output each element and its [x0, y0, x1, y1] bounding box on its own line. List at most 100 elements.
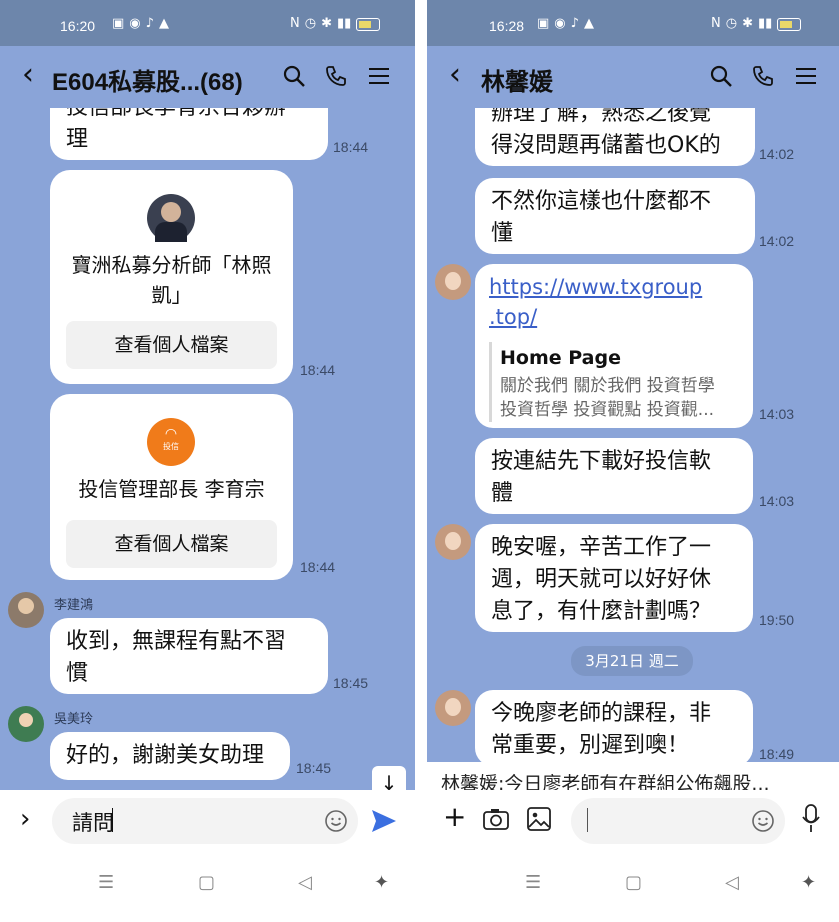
message-bubble: 不然你這樣也什麼都不 懂 — [475, 178, 755, 254]
message-icon: ▣ — [537, 16, 550, 31]
avatar[interactable] — [435, 690, 471, 726]
status-system-icons: N ◷ ✱ ▮▮ — [290, 16, 381, 31]
home-icon[interactable]: ▢ — [625, 872, 642, 893]
expand-chevron-icon[interactable]: › — [20, 804, 30, 834]
message-input-field[interactable] — [571, 798, 785, 844]
bag-icon: ▲ — [158, 16, 169, 31]
message-bubble: 投信部長李育宗合夥辦 理 — [50, 108, 328, 160]
avatar[interactable] — [8, 706, 44, 742]
app-icon: ◉ — [129, 16, 141, 31]
status-notification-icons: ▣ ◉ ♪ ▲ — [112, 16, 169, 31]
status-system-icons: N ◷ ✱ ▮▮ — [711, 16, 802, 31]
message-bubble: 收到，無課程有點不習 慣 — [50, 618, 328, 694]
profile-name: 寶洲私募分析師「林照 凱」 — [71, 253, 272, 307]
status-bar: 16:20 ▣ ◉ ♪ ▲ N ◷ ✱ ▮▮ — [0, 0, 415, 46]
accessibility-icon[interactable]: ✦ — [374, 872, 389, 893]
profile-card[interactable]: 寶洲私募分析師「林照 凱」 查看個人檔案 — [50, 170, 293, 384]
status-time: 16:20 — [60, 18, 96, 34]
system-nav-bar: ☰ ▢ ◁ ✦ — [0, 852, 415, 922]
message-bubble: 好的，謝謝美女助理 — [50, 732, 290, 780]
search-icon[interactable] — [709, 64, 733, 88]
message-icon: ▣ — [112, 16, 125, 31]
message-bubble: 晚安喔，辛苦工作了一 週，明天就可以好好休 息了，有什麼計劃嗎？ — [475, 524, 753, 632]
text-cursor — [112, 808, 113, 832]
header-actions — [709, 64, 817, 88]
emoji-icon[interactable] — [324, 809, 348, 833]
message-time: 18:44 — [300, 362, 336, 378]
message-time: 18:45 — [296, 760, 332, 776]
link-message-bubble[interactable]: https://www.txgroup .top/ Home Page 關於我們… — [475, 264, 753, 428]
logo-mark-icon: ◠ — [164, 426, 178, 442]
message-bubble: 按連結先下載好投信軟 體 — [475, 438, 753, 514]
bluetooth-icon: ✱ — [742, 16, 753, 31]
search-icon[interactable] — [282, 64, 306, 88]
message-bubble: 辦理了解，熟悉之後覺 得沒問題再儲蓄也OK的 — [475, 108, 755, 166]
input-bar: › 請問 — [0, 790, 415, 852]
status-notification-icons: ▣ ◉ ♪ ▲ — [537, 16, 594, 31]
view-profile-button[interactable]: 查看個人檔案 — [66, 520, 277, 568]
chat-header: ‹ 林馨媛 — [427, 46, 839, 108]
message-time: 19:50 — [759, 612, 795, 628]
recents-icon[interactable]: ☰ — [98, 872, 114, 893]
message-list[interactable]: 投信部長李育宗合夥辦 理 18:44 寶洲私募分析師「林照 凱」 查看個人檔案 … — [0, 108, 415, 806]
menu-icon[interactable] — [368, 64, 390, 88]
phone-call-icon[interactable] — [324, 64, 348, 88]
plus-icon[interactable]: + — [443, 800, 466, 833]
send-icon[interactable] — [370, 808, 398, 834]
phone-call-icon[interactable] — [751, 64, 775, 88]
message-link[interactable]: https://www.txgroup .top/ — [489, 272, 739, 332]
text-cursor — [587, 808, 588, 832]
profile-card[interactable]: ◠ 投信 投信管理部長 李育宗 查看個人檔案 — [50, 394, 293, 580]
accessibility-icon[interactable]: ✦ — [801, 872, 816, 893]
header-actions — [282, 64, 390, 88]
message-list[interactable]: 辦理了解，熟悉之後覺 得沒問題再儲蓄也OK的 14:02 不然你這樣也什麼都不 … — [427, 108, 839, 800]
avatar[interactable] — [435, 524, 471, 560]
message-time: 18:44 — [300, 559, 336, 575]
link-preview-description: 關於我們 關於我們 投資哲學 投資哲學 投資觀點 投資觀... — [500, 376, 715, 420]
message-time: 14:02 — [759, 233, 795, 249]
bluetooth-icon: ✱ — [321, 16, 332, 31]
bag-icon: ▲ — [583, 16, 594, 31]
sender-name: 吳美玲 — [54, 712, 94, 727]
system-nav-bar: ☰ ▢ ◁ ✦ — [427, 852, 839, 922]
message-time: 14:03 — [759, 493, 795, 509]
chat-title: E604私募股...(68) — [52, 69, 243, 96]
battery-icon — [356, 18, 381, 31]
bell-icon: ♪ — [570, 16, 579, 31]
signal-icon: ▮▮ — [757, 16, 773, 31]
company-logo: ◠ 投信 — [147, 418, 195, 466]
input-bar: + — [427, 790, 839, 852]
home-icon[interactable]: ▢ — [198, 872, 215, 893]
nfc-icon: N — [290, 16, 300, 31]
message-input-field[interactable]: 請問 — [52, 798, 358, 844]
message-bubble: 今晚廖老師的課程，非 常重要，別遲到噢！ — [475, 690, 753, 766]
alarm-icon: ◷ — [304, 16, 317, 31]
message-time: 18:45 — [333, 675, 369, 691]
alarm-icon: ◷ — [725, 16, 738, 31]
back-chevron-icon[interactable]: ‹ — [22, 60, 34, 90]
sender-name: 李建鴻 — [54, 598, 94, 613]
camera-icon[interactable] — [483, 808, 509, 830]
left-phone-screen: 16:20 ▣ ◉ ♪ ▲ N ◷ ✱ ▮▮ ‹ E604私募股...(68) … — [0, 0, 415, 922]
avatar[interactable] — [435, 264, 471, 300]
recents-icon[interactable]: ☰ — [525, 872, 541, 893]
back-triangle-icon[interactable]: ◁ — [725, 872, 739, 893]
view-profile-button[interactable]: 查看個人檔案 — [66, 321, 277, 369]
avatar[interactable] — [8, 592, 44, 628]
bell-icon: ♪ — [145, 16, 154, 31]
menu-icon[interactable] — [795, 64, 817, 88]
back-triangle-icon[interactable]: ◁ — [298, 872, 312, 893]
app-icon: ◉ — [554, 16, 566, 31]
back-chevron-icon[interactable]: ‹ — [449, 60, 461, 90]
message-time: 18:49 — [759, 746, 795, 762]
message-time: 14:03 — [759, 406, 795, 422]
microphone-icon[interactable] — [801, 804, 821, 834]
date-separator: 3月21日 週二 — [571, 646, 693, 676]
battery-icon — [777, 18, 802, 31]
avatar — [147, 194, 195, 242]
status-bar: 16:28 ▣ ◉ ♪ ▲ N ◷ ✱ ▮▮ — [427, 0, 839, 46]
image-icon[interactable] — [527, 807, 551, 831]
emoji-icon[interactable] — [751, 809, 775, 833]
link-preview[interactable]: Home Page 關於我們 關於我們 投資哲學 投資哲學 投資觀點 投資觀..… — [489, 342, 739, 422]
message-input-text: 請問 — [72, 811, 114, 835]
